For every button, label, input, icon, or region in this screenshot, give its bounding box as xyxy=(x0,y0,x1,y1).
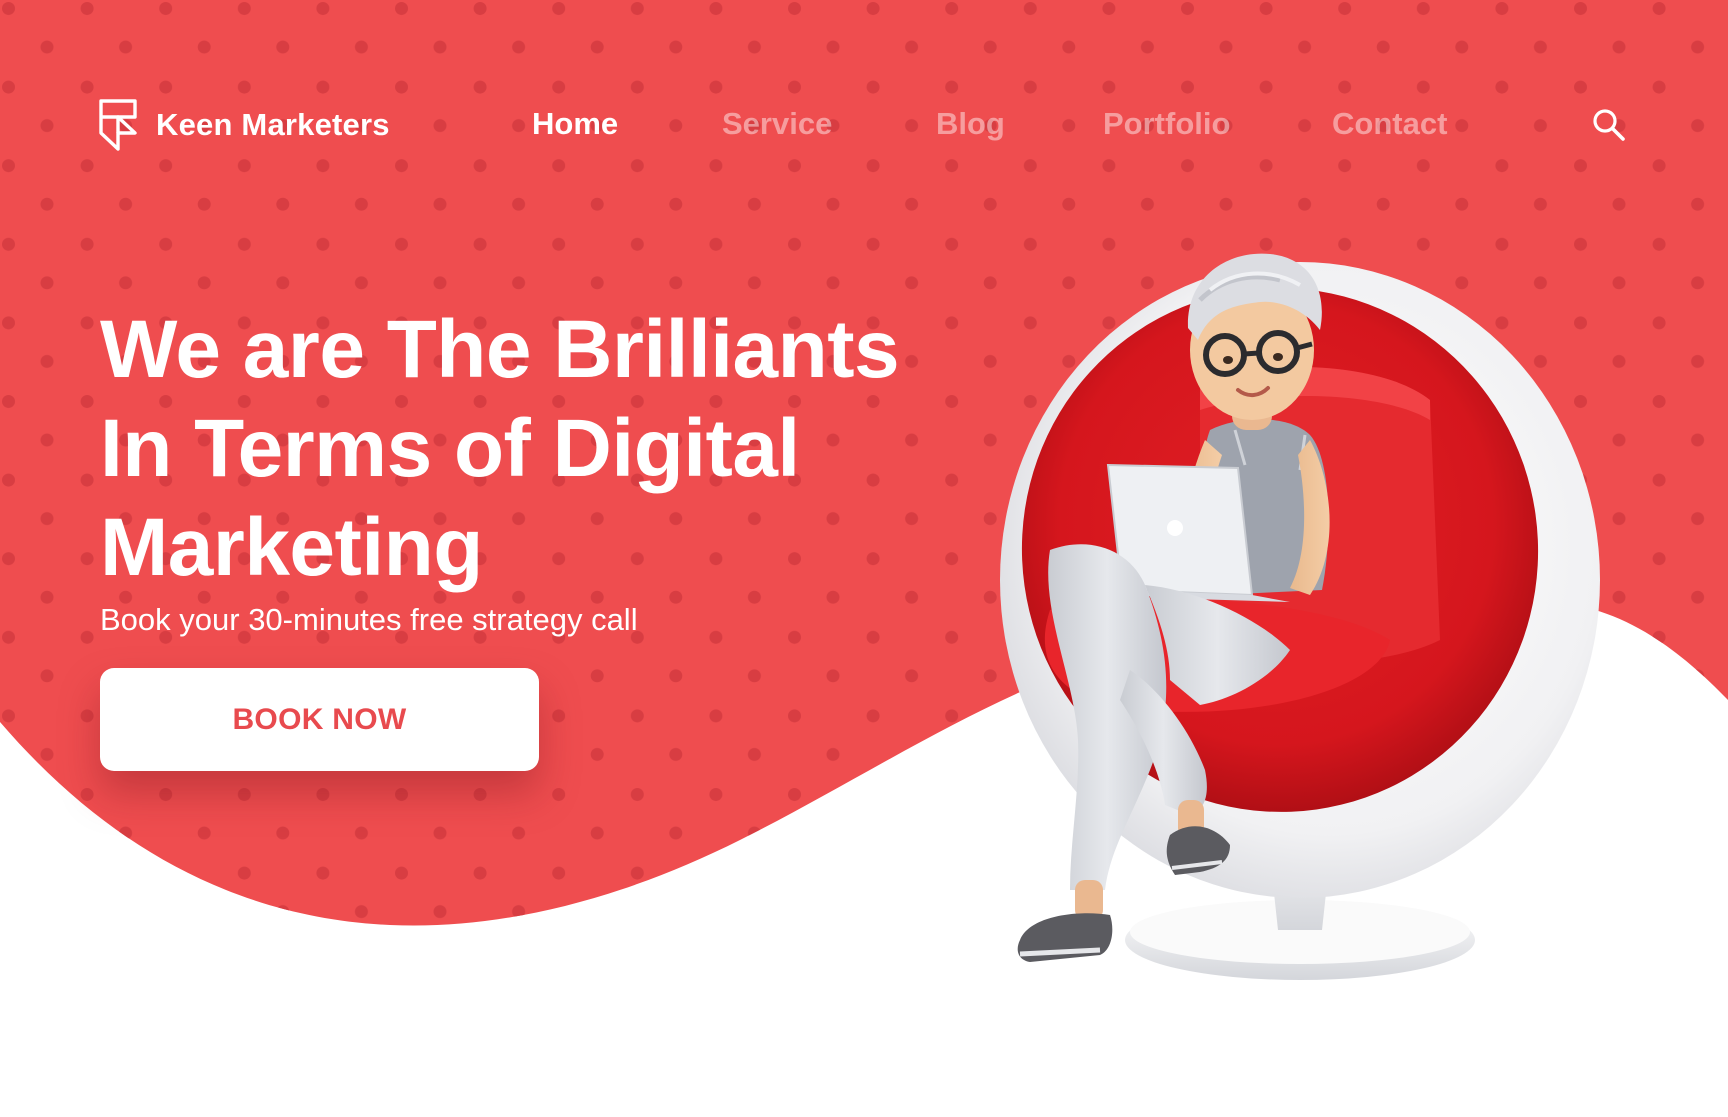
search-icon[interactable] xyxy=(1592,108,1626,142)
book-now-button[interactable]: BOOK NOW xyxy=(100,668,539,771)
nav-link-service[interactable]: Service xyxy=(722,106,832,142)
hero-headline: We are The Brilliants In Terms of Digita… xyxy=(100,300,960,597)
nav-link-contact[interactable]: Contact xyxy=(1332,106,1447,142)
top-navigation: Keen Marketers Home Service Blog Portfol… xyxy=(0,0,1728,250)
hero-headline-line-1: We are The Brilliants xyxy=(100,304,900,395)
hero-headline-line-2: In Terms of Digital xyxy=(100,403,800,494)
framer-logo-icon xyxy=(99,99,137,151)
nav-link-home[interactable]: Home xyxy=(532,106,618,142)
woman-in-egg-chair-with-laptop-illustration xyxy=(1000,253,1600,980)
hero-headline-line-3: Marketing xyxy=(100,502,483,593)
landing-page: Keen Marketers Home Service Blog Portfol… xyxy=(0,0,1728,1117)
brand-name: Keen Marketers xyxy=(156,107,390,142)
nav-link-portfolio[interactable]: Portfolio xyxy=(1103,106,1230,142)
hero-subline: Book your 30-minutes free strategy call xyxy=(100,602,638,637)
brand-logo[interactable]: Keen Marketers xyxy=(98,98,390,152)
nav-link-blog[interactable]: Blog xyxy=(936,106,1005,142)
